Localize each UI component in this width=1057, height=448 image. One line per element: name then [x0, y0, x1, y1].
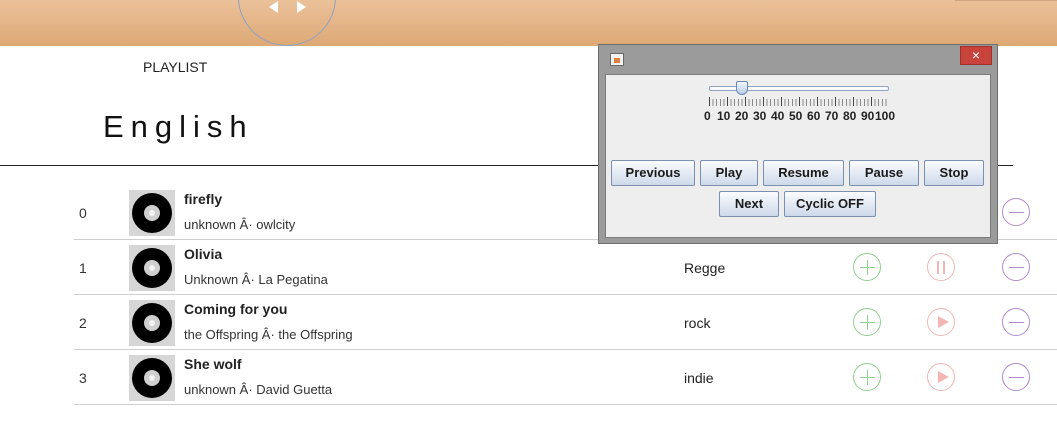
- slider-ticks: [709, 97, 889, 106]
- minus-circle-icon[interactable]: [1002, 253, 1030, 281]
- vinyl-disc-icon: [129, 355, 175, 401]
- plus-circle-icon[interactable]: [853, 308, 881, 336]
- plus-circle-icon[interactable]: [853, 363, 881, 391]
- song-row[interactable]: 2 Coming for you the Offspring Â· the Of…: [74, 295, 1057, 350]
- volume-slider-thumb[interactable]: [736, 81, 748, 95]
- scale-label: 80: [843, 109, 857, 123]
- song-title: Coming for you: [184, 301, 288, 317]
- vinyl-disc-icon: [129, 245, 175, 291]
- scale-label: 40: [771, 109, 785, 123]
- scale-label: 90: [861, 109, 875, 123]
- playlist-title: English: [103, 109, 254, 144]
- song-genre: Regge: [684, 260, 726, 276]
- header-divider: [955, 0, 1057, 1]
- scale-label: 0: [704, 109, 711, 123]
- scale-label: 70: [825, 109, 839, 123]
- song-index: 0: [79, 205, 87, 221]
- play-button[interactable]: Play: [700, 160, 758, 186]
- minus-circle-icon[interactable]: [1002, 308, 1030, 336]
- playback-control-circle[interactable]: [238, 0, 336, 46]
- scale-label: 30: [753, 109, 767, 123]
- song-index: 3: [79, 370, 87, 386]
- song-title: Olivia: [184, 246, 223, 262]
- plus-circle-icon[interactable]: [853, 253, 881, 281]
- player-content: 0 10 20 30 40 50 60 70 80 90 100 Previou…: [605, 74, 991, 238]
- song-genre: rock: [684, 315, 711, 331]
- song-genre: indie: [684, 370, 714, 386]
- song-artist: unknown Â· owlcity: [184, 217, 296, 232]
- resume-button[interactable]: Resume: [763, 160, 844, 186]
- scale-label: 100: [875, 109, 896, 123]
- previous-button[interactable]: Previous: [611, 160, 695, 186]
- minus-circle-icon[interactable]: [1002, 198, 1030, 226]
- song-row[interactable]: 1 Olivia Unknown Â· La Pegatina Regge: [74, 240, 1057, 295]
- scale-label: 60: [807, 109, 821, 123]
- stop-button[interactable]: Stop: [924, 160, 984, 186]
- song-artist: Unknown Â· La Pegatina: [184, 272, 328, 287]
- cyclic-toggle-button[interactable]: Cyclic OFF: [784, 191, 876, 217]
- play-circle-icon[interactable]: [927, 363, 955, 391]
- java-cup-icon: [610, 53, 624, 66]
- play-circle-icon[interactable]: [927, 308, 955, 336]
- song-row[interactable]: 3 She wolf unknown Â· David Guetta indie: [74, 350, 1057, 405]
- header-bar: [0, 0, 1057, 46]
- player-window[interactable]: × 0 10 20 30 40 50 60 70 80 90 100 Previ…: [598, 44, 998, 244]
- scale-label: 20: [735, 109, 749, 123]
- scale-label: 10: [717, 109, 731, 123]
- song-index: 2: [79, 315, 87, 331]
- pause-button[interactable]: Pause: [849, 160, 919, 186]
- song-title: firefly: [184, 191, 223, 207]
- previous-arrow-icon[interactable]: [269, 1, 278, 13]
- scale-label: 50: [789, 109, 803, 123]
- song-artist: unknown Â· David Guetta: [184, 382, 333, 397]
- vinyl-disc-icon: [129, 300, 175, 346]
- window-titlebar[interactable]: ×: [599, 45, 997, 73]
- pause-circle-icon[interactable]: [927, 253, 955, 281]
- next-button[interactable]: Next: [719, 191, 779, 217]
- next-arrow-icon[interactable]: [297, 1, 306, 13]
- slider-scale: 0 10 20 30 40 50 60 70 80 90 100: [704, 109, 904, 123]
- song-title: She wolf: [184, 356, 242, 372]
- playlist-label: PLAYLIST: [143, 59, 208, 75]
- song-artist: the Offspring Â· the Offspring: [184, 327, 353, 342]
- song-index: 1: [79, 260, 87, 276]
- minus-circle-icon[interactable]: [1002, 363, 1030, 391]
- close-button[interactable]: ×: [960, 46, 992, 65]
- vinyl-disc-icon: [129, 190, 175, 236]
